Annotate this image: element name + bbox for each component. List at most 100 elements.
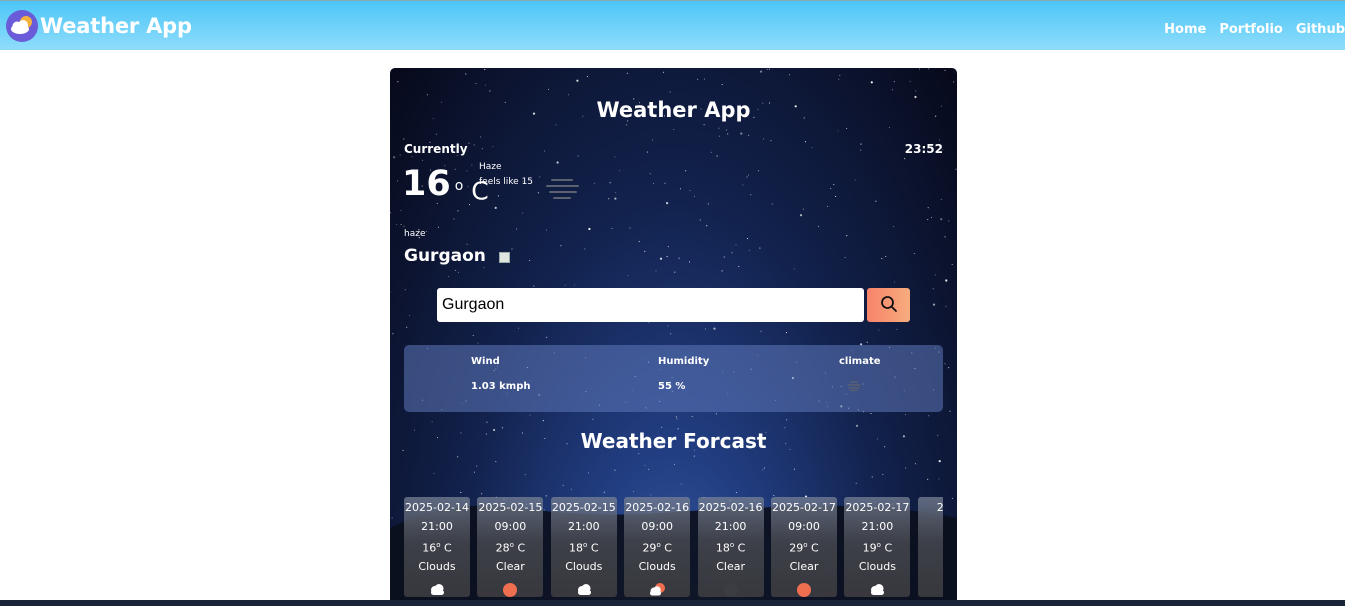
temperature-display: 16 o C	[402, 164, 489, 213]
cloud-icon	[868, 581, 886, 597]
forecast-condition: Clouds	[638, 560, 676, 573]
forecast-date: 2025-02-16	[625, 501, 690, 514]
forecast-temp-value: 29	[642, 541, 657, 555]
forecast-item: 2025-02-17 09:00 29o C Clear	[771, 497, 837, 597]
moon-icon	[722, 581, 740, 597]
temperature-value: 16	[402, 164, 451, 204]
forecast-degree: o	[729, 541, 735, 549]
current-time: 23:52	[904, 142, 943, 156]
forecast-item: 2025-02-16 21:00 18o C Clear	[697, 497, 764, 597]
forecast-item: 2025-02-14 21:00 16o C Clouds	[404, 497, 470, 597]
nav-link-home[interactable]: Home	[1164, 22, 1206, 37]
forecast-time: 21:00	[421, 520, 453, 533]
taskbar-strip	[0, 600, 1345, 606]
forecast-temp-value: 18	[569, 541, 584, 555]
forecast-degree: o	[656, 541, 661, 549]
forecast-temp-value: 19	[862, 541, 877, 555]
forecast-temp: 18o C	[551, 541, 617, 555]
forecast-item: 2025-02-15 09:00 28o C Clear	[477, 497, 544, 597]
humidity-value: 55 %	[658, 381, 686, 392]
forecast-temp-value: 29	[789, 541, 804, 555]
sun-icon	[795, 581, 813, 597]
forecast-condition: Clouds	[565, 560, 603, 573]
nav-links: Home Portfolio Github	[1164, 22, 1345, 37]
forecast-temp-value: 18	[715, 541, 730, 555]
weather-logo-icon	[6, 10, 38, 42]
cloud-icon	[428, 581, 446, 597]
forecast-condition: Clouds	[418, 560, 456, 573]
brand[interactable]: Weather App	[6, 10, 192, 42]
navbar: Weather App Home Portfolio Github	[0, 0, 1345, 50]
forecast-item: 2025-02-16 09:00 29o C Clouds	[624, 497, 691, 597]
forecast-time: 21:00	[567, 520, 600, 533]
forecast-date: 2025	[936, 501, 943, 514]
card-title: Weather App	[596, 98, 751, 122]
nav-link-portfolio[interactable]: Portfolio	[1219, 22, 1283, 37]
forecast-date: 2025-02-17	[772, 501, 836, 514]
forecast-item: 2025-02-17 21:00 19o C Clouds	[844, 497, 911, 597]
forecast-item: 2025 0 3 Cl	[917, 497, 943, 597]
cloud-sun-icon	[648, 581, 666, 597]
forecast-date: 2025-02-17	[845, 501, 910, 514]
forecast-time: 09:00	[641, 520, 674, 533]
forecast-degree: o	[436, 541, 441, 549]
degree-symbol: o	[454, 178, 464, 194]
forecast-date: 2025-02-16	[698, 501, 763, 514]
forecast-unit: C	[811, 541, 819, 555]
wind-stat: Wind 1.03 kmph	[471, 356, 531, 392]
weather-stats-panel: Wind 1.03 kmph Humidity 55 % climate	[404, 345, 943, 412]
forecast-unit: C	[517, 541, 526, 555]
forecast-unit: C	[737, 541, 746, 555]
forecast-degree: o	[803, 541, 808, 549]
forecast-condition: Clear	[716, 560, 745, 573]
forecast-temp: 3	[918, 541, 943, 554]
forecast-unit: C	[664, 541, 672, 555]
forecast-time: 09:00	[494, 520, 527, 533]
cloud-icon	[942, 581, 943, 597]
forecast-temp: 19o C	[844, 541, 910, 555]
forecast-unit: C	[590, 541, 599, 555]
forecast-condition: Clear	[789, 560, 819, 573]
forecast-item: 2025-02-15 21:00 18o C Clouds	[550, 497, 617, 597]
forecast-temp: 18o C	[698, 541, 764, 555]
forecast-degree: o	[509, 541, 514, 549]
forecast-time: 0	[918, 520, 943, 533]
feels-like-text: feels like 15	[479, 177, 534, 187]
forecast-temp: 28o C	[477, 541, 543, 555]
search-button[interactable]	[867, 288, 910, 322]
haze-icon	[544, 176, 582, 206]
humidity-label: Humidity	[658, 356, 710, 367]
nav-link-github[interactable]: Github	[1296, 22, 1345, 37]
climate-label: climate	[839, 356, 881, 367]
weather-card: Weather App Currently 23:52 16 o C Haze …	[390, 68, 957, 606]
forecast-time: 21:00	[861, 520, 894, 533]
humidity-stat: Humidity 55 %	[658, 356, 709, 392]
cloud-icon	[575, 581, 593, 597]
forecast-degree: o	[583, 541, 588, 549]
forecast-temp-value: 28	[495, 541, 510, 555]
wind-label: Wind	[471, 356, 500, 367]
condition-block: Haze feels like 15	[479, 160, 533, 190]
climate-haze-icon	[839, 381, 881, 394]
weather-description: haze	[404, 229, 426, 239]
forecast-degree: o	[876, 541, 881, 549]
currently-label: Currently	[404, 142, 468, 156]
search-icon	[880, 295, 898, 316]
forecast-condition: Clouds	[858, 560, 896, 573]
city-name: Gurgaon	[404, 246, 486, 266]
forecast-condition: Cl	[918, 560, 943, 573]
brand-title: Weather App	[40, 14, 192, 38]
forecast-temp: 29o C	[771, 541, 837, 555]
sun-icon	[501, 581, 519, 597]
condition-text: Haze	[479, 162, 502, 172]
wind-value: 1.03 kmph	[471, 381, 531, 392]
forecast-unit: C	[884, 541, 893, 555]
forecast-temp: 29o C	[624, 541, 690, 555]
forecast-temp: 16o C	[404, 541, 470, 555]
forecast-condition: Clear	[496, 560, 525, 573]
forecast-list[interactable]: 2025-02-14 21:00 16o C Clouds 2025-02-15 09:0…	[404, 497, 943, 606]
forecast-unit: C	[444, 541, 452, 555]
forecast-date: 2025-02-14	[405, 501, 469, 514]
forecast-date: 2025-02-15	[478, 501, 543, 514]
city-search-input[interactable]	[437, 288, 864, 322]
